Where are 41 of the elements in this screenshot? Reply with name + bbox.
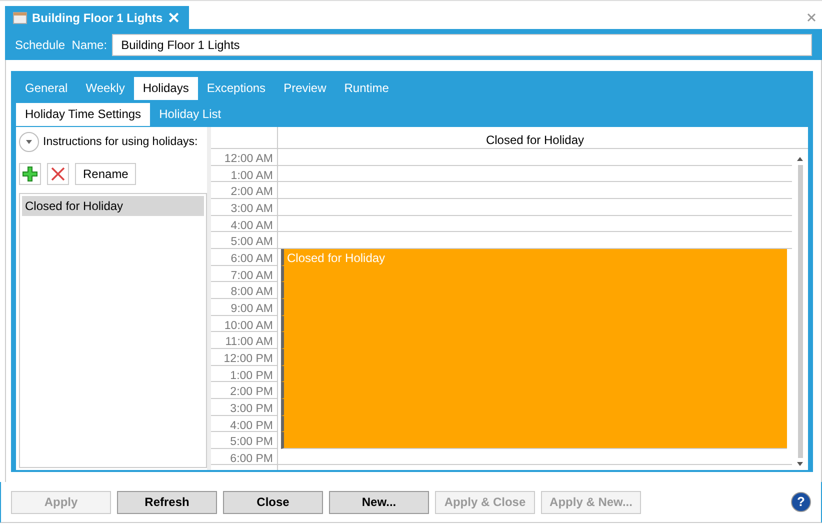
rename-button[interactable]: Rename [75, 163, 136, 185]
time-label: 1:00 AM [211, 166, 277, 182]
holiday-list-item[interactable]: Closed for Holiday [22, 196, 204, 216]
time-label: 9:00 AM [211, 298, 277, 316]
event-label: Closed for Holiday [287, 250, 386, 266]
time-label: 12:00 AM [211, 149, 277, 166]
tab-title: Building Floor 1 Lights [32, 11, 163, 25]
time-label: 8:00 AM [211, 282, 277, 299]
time-label: 2:00 AM [211, 182, 277, 199]
footer-button[interactable]: Refresh [117, 490, 217, 514]
time-label: 6:00 AM [211, 248, 277, 266]
time-label: 11:00 AM [211, 332, 277, 349]
time-label: 5:00 AM [211, 232, 277, 249]
subtab[interactable]: Holiday List [150, 103, 230, 126]
time-label: 10:00 AM [211, 316, 277, 332]
time-label: 4:00 AM [211, 216, 277, 232]
schedule-name-label: Schedule Name: [15, 38, 108, 52]
schedule-name-field[interactable]: Building Floor 1 Lights [112, 34, 812, 56]
time-label: 5:00 PM [211, 432, 277, 449]
help-button[interactable]: ? [791, 492, 811, 512]
time-label: 3:00 AM [211, 198, 277, 216]
footer-button[interactable]: New... [329, 490, 429, 514]
time-label: 3:00 PM [211, 398, 277, 416]
tab[interactable]: General [16, 77, 77, 100]
time-label: 1:00 PM [211, 366, 277, 382]
time-label: 4:00 PM [211, 416, 277, 432]
column-header: Closed for Holiday [484, 132, 586, 148]
tab[interactable]: Exceptions [198, 77, 275, 100]
tab[interactable]: Holidays [134, 77, 198, 100]
footer-button[interactable]: Close [223, 490, 323, 514]
time-label: 6:00 PM [211, 448, 277, 466]
close-tab-button[interactable]: ✕ [168, 9, 181, 27]
time-label: 7:00 AM [211, 266, 277, 282]
instructions-label: Instructions for using holidays: [43, 136, 198, 148]
tab[interactable]: Preview [274, 77, 336, 100]
time-label: 12:00 PM [211, 348, 277, 366]
tab[interactable]: Runtime [335, 77, 398, 100]
time-label: 2:00 PM [211, 382, 277, 399]
subtab[interactable]: Holiday Time Settings [16, 103, 150, 126]
document-tab[interactable]: Building Floor 1 Lights ✕ [5, 6, 189, 30]
tab[interactable]: Weekly [76, 77, 134, 100]
